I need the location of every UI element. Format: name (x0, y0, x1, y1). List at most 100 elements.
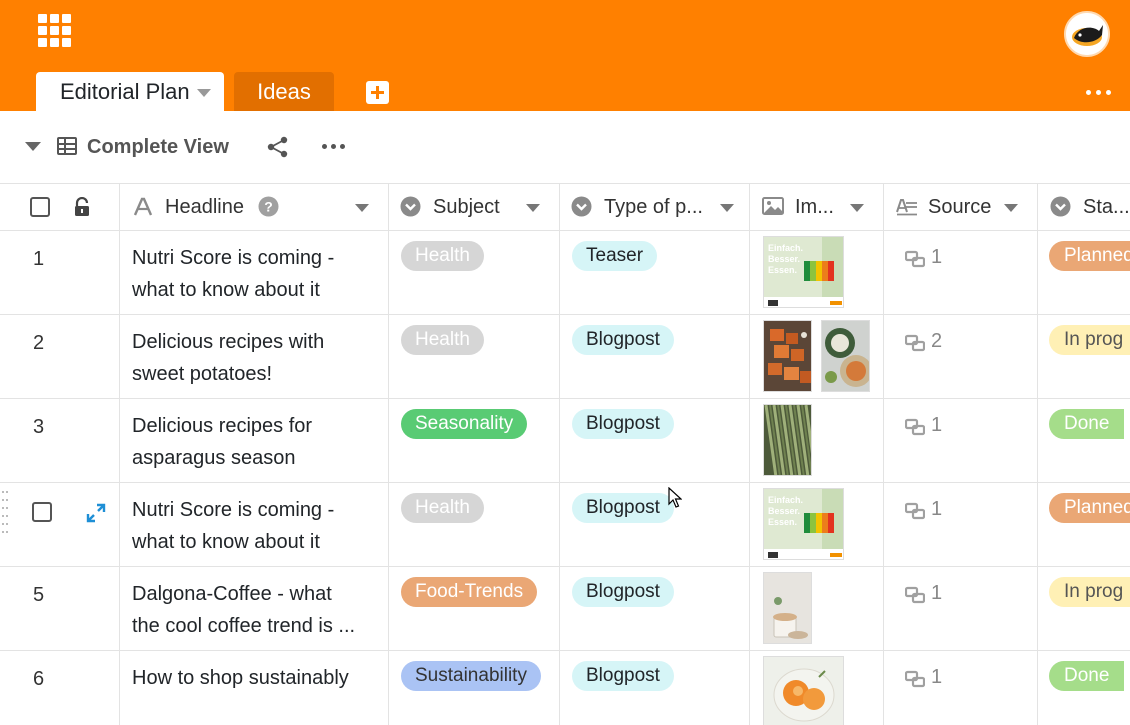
more-options-icon[interactable] (1086, 83, 1112, 101)
source-count[interactable]: 1 (931, 666, 942, 689)
column-menu-icon[interactable] (355, 204, 369, 212)
source-count[interactable]: 1 (931, 498, 942, 521)
image-thumbnail[interactable]: Einfach. Besser. Essen. (763, 488, 844, 560)
image-text: Essen. (768, 265, 797, 275)
column-header-status[interactable]: Sta... (1038, 183, 1130, 231)
source-count[interactable]: 1 (931, 582, 942, 605)
image-text: Essen. (768, 517, 797, 527)
expand-row-icon[interactable] (86, 503, 106, 523)
tab-ideas[interactable]: Ideas (234, 72, 334, 111)
svg-text:?: ? (264, 199, 273, 215)
image-thumbnail[interactable]: Einfach. Besser. Essen. (763, 236, 844, 308)
apps-grid-icon[interactable] (38, 14, 71, 47)
status-tag[interactable]: Planned (1049, 493, 1130, 523)
column-header-image[interactable]: Im... (750, 183, 883, 231)
view-dropdown-icon[interactable] (25, 142, 41, 151)
headline-line: Delicious recipes with (132, 331, 325, 353)
grid-line (559, 651, 560, 725)
source-count[interactable]: 1 (931, 414, 942, 437)
drag-handle-icon[interactable] (2, 491, 10, 537)
source-count[interactable]: 1 (931, 246, 942, 269)
link-column-icon (896, 199, 917, 216)
image-thumbnail[interactable] (763, 656, 844, 725)
table-row[interactable]: 6 How to shop sustainably Sustainability… (0, 651, 1130, 725)
grid-line (388, 399, 389, 483)
headline-line: Delicious recipes for (132, 415, 313, 437)
image-thumbnail[interactable] (763, 320, 812, 392)
image-thumbnail[interactable] (821, 320, 870, 392)
grid-line (1037, 315, 1038, 399)
headline-cell[interactable]: Nutri Score is coming - what to know abo… (132, 242, 377, 306)
subject-tag[interactable]: Sustainability (401, 661, 541, 691)
subject-tag[interactable]: Health (401, 325, 484, 355)
table-row[interactable]: 2 Delicious recipes with sweet potatoes!… (0, 315, 1130, 399)
column-menu-icon[interactable] (1004, 204, 1018, 212)
grid-line (749, 231, 750, 315)
source-count[interactable]: 2 (931, 330, 942, 353)
grid-line (883, 651, 884, 725)
type-tag[interactable]: Blogpost (572, 325, 674, 355)
type-tag[interactable]: Teaser (572, 241, 658, 271)
column-menu-icon[interactable] (720, 204, 734, 212)
subject-tag[interactable]: Health (401, 241, 484, 271)
user-avatar[interactable] (1064, 11, 1110, 57)
grid-line (1037, 399, 1038, 483)
column-name: Type of p... (604, 195, 703, 218)
type-tag[interactable]: Blogpost (572, 577, 674, 607)
view-name: Complete View (87, 136, 229, 158)
headline-cell[interactable]: Delicious recipes with sweet potatoes! (132, 326, 377, 390)
status-tag[interactable]: Planned (1049, 241, 1130, 271)
status-tag[interactable]: In prog (1049, 325, 1130, 355)
status-tag[interactable]: Done (1049, 409, 1125, 439)
single-select-icon (400, 196, 421, 217)
subject-tag[interactable]: Health (401, 493, 484, 523)
lock-icon[interactable] (73, 197, 91, 217)
subject-tag[interactable]: Seasonality (401, 409, 528, 439)
table-row[interactable]: 5 Dalgona-Coffee - what the cool coffee … (0, 567, 1130, 651)
grid-line (559, 483, 560, 567)
column-header-source[interactable]: Source (884, 183, 1037, 231)
status-tag[interactable]: In prog (1049, 577, 1130, 607)
column-menu-icon[interactable] (850, 204, 864, 212)
column-menu-icon[interactable] (526, 204, 540, 212)
headline-line: How to shop sustainably (132, 667, 349, 689)
table-row[interactable]: Nutri Score is coming - what to know abo… (0, 483, 1130, 567)
type-tag[interactable]: Blogpost (572, 493, 674, 523)
headline-cell[interactable]: How to shop sustainably (132, 662, 377, 725)
add-table-icon[interactable] (366, 81, 389, 104)
view-more-icon[interactable] (322, 142, 346, 152)
column-header-subject[interactable]: Subject (389, 183, 559, 231)
status-tag[interactable]: Done (1049, 661, 1125, 691)
grid-line (388, 231, 389, 315)
headline-cell[interactable]: Delicious recipes for asparagus season (132, 410, 377, 474)
tab-dropdown-icon[interactable] (197, 89, 211, 97)
tab-label: Ideas (257, 79, 311, 104)
help-icon[interactable]: ? (258, 196, 279, 217)
image-thumbnail[interactable] (763, 572, 812, 644)
single-select-icon (1050, 196, 1071, 217)
grid-line (883, 567, 884, 651)
grid-line (749, 483, 750, 567)
grid-line (1037, 651, 1038, 725)
grid-line (388, 483, 389, 567)
headline-cell[interactable]: Dalgona-Coffee - what the cool coffee tr… (132, 578, 377, 642)
headline-line: the cool coffee trend is ... (132, 615, 356, 637)
column-header-type[interactable]: Type of p... (560, 183, 749, 231)
row-checkbox[interactable] (32, 502, 52, 522)
column-header-headline[interactable]: Headline ? (120, 183, 388, 231)
column-name: Headline (165, 195, 244, 218)
table-row[interactable]: 1 Nutri Score is coming - what to know a… (0, 231, 1130, 315)
share-icon[interactable] (266, 136, 290, 158)
type-tag[interactable]: Blogpost (572, 409, 674, 439)
image-column-icon (762, 197, 784, 215)
image-thumbnail[interactable] (763, 404, 812, 476)
select-all-checkbox[interactable] (30, 197, 50, 217)
headline-cell[interactable]: Nutri Score is coming - what to know abo… (132, 494, 377, 558)
grid-line (749, 567, 750, 651)
table-row[interactable]: 3 Delicious recipes for asparagus season… (0, 399, 1130, 483)
row-number: 1 (33, 248, 45, 270)
tab-editorial-plan[interactable]: Editorial Plan (36, 72, 224, 111)
subject-tag[interactable]: Food-Trends (401, 577, 538, 607)
grid-line (559, 231, 560, 315)
type-tag[interactable]: Blogpost (572, 661, 674, 691)
